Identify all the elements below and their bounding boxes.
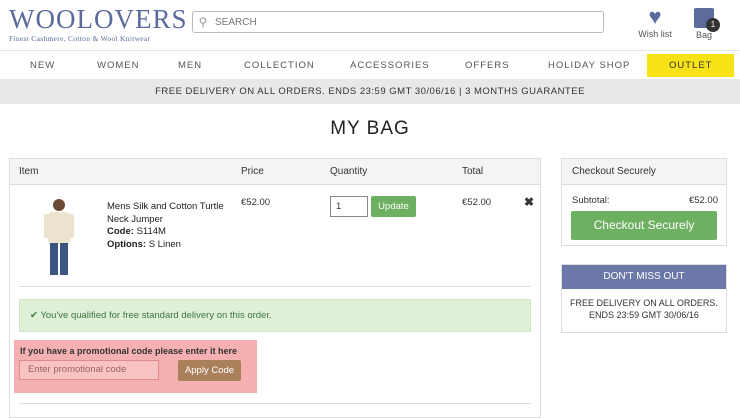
product-options: S Linen [148,238,181,250]
brand-name: WOOLOVERS [9,4,188,34]
checkout-title: Checkout Securely [562,159,726,185]
dont-miss-line1: FREE DELIVERY ON ALL ORDERS. [570,298,718,308]
qualify-message: You've qualified for free standard deliv… [40,310,272,321]
product-name[interactable]: Mens Silk and Cotton Turtle Neck Jumper [107,201,227,226]
apply-code-button[interactable]: Apply Code [178,360,241,381]
code-label: Code: [107,226,134,237]
product-info: Mens Silk and Cotton Turtle Neck Jumper … [107,201,227,251]
checkout-panel: Checkout Securely Subtotal: €52.00 Check… [561,158,727,246]
dont-miss-body: FREE DELIVERY ON ALL ORDERS. ENDS 23:59 … [562,289,726,321]
main-nav: NEW WOMEN MEN COLLECTION ACCESSORIES OFF… [0,50,740,79]
check-icon: ✔ [30,310,38,321]
nav-item-men[interactable]: MEN [178,51,202,80]
subtotal-label: Subtotal: [572,195,610,206]
nav-item-women[interactable]: WOMEN [97,51,139,80]
site-header: WOOLOVERS Finest Cashmere, Cotton & Wool… [0,0,740,50]
delivery-promo-bar: FREE DELIVERY ON ALL ORDERS. ENDS 23:59 … [0,79,740,104]
wishlist-label: Wish list [638,29,672,39]
divider [19,403,531,404]
options-label: Options: [107,238,147,250]
page-title: MY BAG [330,118,410,139]
promo-code-label: If you have a promotional code please en… [20,346,238,356]
item-price: €52.00 [241,197,271,208]
bag-table: Item Price Quantity Total Mens Silk and … [9,158,541,418]
dont-miss-panel: DON'T MISS OUT FREE DELIVERY ON ALL ORDE… [561,264,727,333]
nav-item-accessories[interactable]: ACCESSORIES [350,51,430,80]
brand-tagline: Finest Cashmere, Cotton & Wool Knitwear [9,34,151,43]
checkout-button[interactable]: Checkout Securely [571,211,717,240]
header-item: Item [19,166,39,177]
bag-count-badge: 1 [706,18,720,32]
subtotal-row: Subtotal: €52.00 [572,195,718,206]
promo-code-input[interactable]: Enter promotional code [19,360,159,380]
heart-icon: ♥ [648,4,662,29]
bag-icon: 1 [694,8,720,32]
dont-miss-title: DON'T MISS OUT [562,265,726,289]
header-quantity: Quantity [330,166,368,177]
product-image[interactable] [39,197,79,277]
product-code: S114M [136,226,166,237]
remove-item-icon[interactable]: ✖ [524,195,534,209]
header-price: Price [241,166,264,177]
nav-item-collection[interactable]: COLLECTION [244,51,315,80]
nav-item-holiday-shop[interactable]: HOLIDAY SHOP [548,51,630,80]
search-box[interactable]: ⚲ [192,11,604,33]
subtotal-value: €52.00 [688,195,718,206]
free-delivery-alert: ✔ You've qualified for free standard del… [19,299,531,332]
nav-item-offers[interactable]: OFFERS [465,51,510,80]
site-logo[interactable]: WOOLOVERS Finest Cashmere, Cotton & Wool… [9,5,188,43]
bag-table-header: Item Price Quantity Total [10,159,540,185]
dont-miss-line2: ENDS 23:59 GMT 30/06/16 [589,310,699,320]
search-icon: ⚲ [198,15,208,29]
search-input[interactable] [213,15,593,29]
header-total: Total [462,166,484,177]
wishlist-link[interactable]: ♥ Wish list [637,4,673,40]
update-button[interactable]: Update [371,196,416,217]
bag-link[interactable]: 1 Bag [690,5,720,40]
promo-code-box: If you have a promotional code please en… [14,340,257,393]
table-row: Mens Silk and Cotton Turtle Neck Jumper … [19,185,534,287]
item-total: €52.00 [462,197,492,208]
quantity-input[interactable]: 1 [330,196,368,217]
nav-item-outlet[interactable]: OUTLET [647,54,735,77]
nav-item-new[interactable]: NEW [30,51,55,80]
